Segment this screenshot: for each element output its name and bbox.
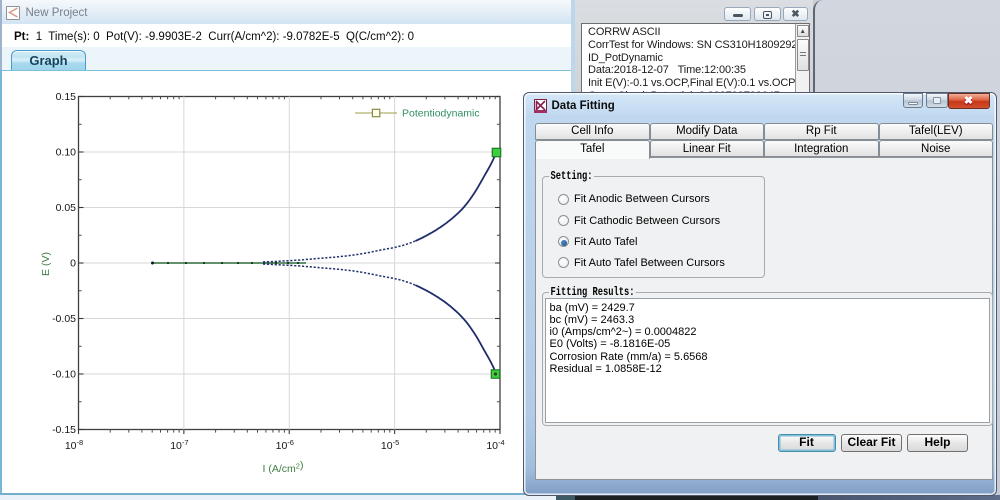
svg-text:0.10: 0.10 [56, 147, 77, 159]
svg-text:10-6: 10-6 [276, 438, 294, 452]
svg-text:0.05: 0.05 [56, 202, 77, 214]
svg-text:E (V): E (V) [40, 252, 52, 276]
svg-text:-0.15: -0.15 [52, 424, 76, 436]
svg-text:-0.10: -0.10 [52, 369, 76, 381]
svg-text:0.15: 0.15 [56, 91, 77, 103]
svg-text:10-7: 10-7 [170, 438, 188, 452]
svg-text:10-5: 10-5 [381, 438, 399, 452]
svg-text:I (A/cm2): I (A/cm2) [263, 460, 304, 476]
svg-text:10-4: 10-4 [486, 438, 504, 452]
svg-text:Potentiodynamic: Potentiodynamic [402, 108, 480, 120]
svg-text:10-8: 10-8 [65, 438, 83, 452]
svg-text:-0.05: -0.05 [52, 313, 76, 325]
svg-text:0: 0 [70, 258, 76, 270]
